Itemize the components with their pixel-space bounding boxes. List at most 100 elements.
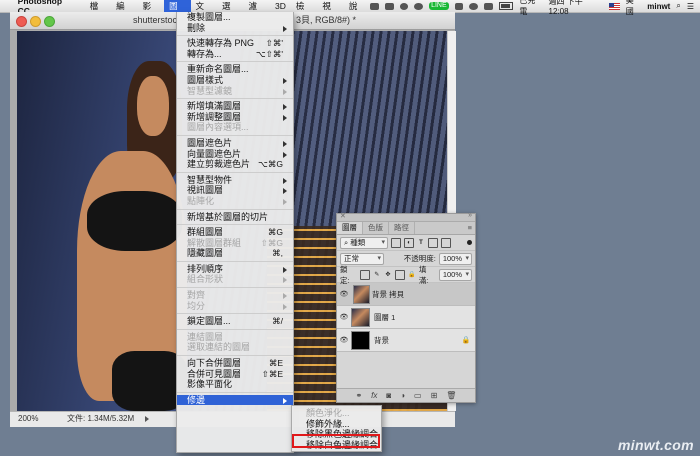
layer-menu-item[interactable]: 圖層樣式 bbox=[177, 75, 293, 86]
layer-menu-item[interactable]: 排列順序 bbox=[177, 264, 293, 275]
shape-filter-icon[interactable] bbox=[428, 237, 438, 248]
matting-menu-item[interactable]: 移除白色邊緣調合 bbox=[292, 440, 381, 451]
opacity-input[interactable]: 100% bbox=[438, 252, 472, 265]
menu-5[interactable]: 選取 bbox=[217, 0, 243, 23]
clock-text[interactable]: 週四 下午 12:08 bbox=[549, 0, 604, 16]
collapse-panel-icon[interactable]: » bbox=[468, 212, 472, 219]
menu-9[interactable]: 視窗 bbox=[317, 0, 343, 23]
layer-row[interactable]: 👁 背景 拷貝 bbox=[337, 283, 475, 306]
layer-menu-item[interactable]: 影像平面化 bbox=[177, 379, 293, 390]
layer-menu-item[interactable]: 群組圖層 ⌘G bbox=[177, 227, 293, 238]
panel-menu-icon[interactable]: ≡ bbox=[468, 222, 475, 234]
folder-icon[interactable]: ▭ bbox=[414, 391, 422, 400]
filter-toggle-icon[interactable] bbox=[467, 240, 472, 245]
type-filter-icon[interactable]: T bbox=[417, 239, 425, 247]
clock-icon[interactable] bbox=[469, 2, 479, 10]
layer-menu-item[interactable]: 修邊 bbox=[177, 394, 293, 406]
layer-name[interactable]: 圖層 1 bbox=[374, 312, 475, 323]
trash-icon[interactable]: 🗑 bbox=[446, 391, 456, 400]
layer-menu-item: 智慧型濾鏡 bbox=[177, 86, 293, 97]
tab-layers[interactable]: 圖層 bbox=[337, 222, 363, 234]
layer-row[interactable]: 👁 背景 🔒 bbox=[337, 329, 475, 352]
fill-input[interactable]: 100% bbox=[438, 268, 472, 281]
dropbox-icon[interactable] bbox=[370, 2, 379, 10]
us-flag-icon[interactable] bbox=[609, 2, 620, 10]
adjustment-filter-icon[interactable]: ◐ bbox=[404, 237, 414, 248]
menu-4[interactable]: 文字 bbox=[191, 0, 217, 23]
lock-all-icon[interactable]: 🔒 bbox=[408, 271, 416, 279]
menu-1[interactable]: 編輯 bbox=[111, 0, 137, 23]
menu-2[interactable]: 影像 bbox=[138, 0, 164, 23]
smart-object-filter-icon[interactable] bbox=[441, 237, 451, 248]
layer-menu-item[interactable]: 快速轉存為 PNG ⇧⌘' bbox=[177, 38, 293, 49]
lock-image-icon[interactable]: ✎ bbox=[373, 271, 381, 279]
mask-icon[interactable]: ◙ bbox=[386, 391, 391, 400]
layer-menu-item[interactable]: 向下合併圖層 ⌘E bbox=[177, 358, 293, 369]
menu-3[interactable]: 圖層 bbox=[164, 0, 191, 23]
tab-paths[interactable]: 路徑 bbox=[389, 222, 415, 234]
list-icon[interactable]: ☰ bbox=[687, 2, 694, 11]
bluetooth-icon[interactable] bbox=[454, 2, 464, 10]
eye-icon[interactable]: 👁 bbox=[337, 336, 351, 344]
layer-menu-item[interactable]: 圖層遮色片 bbox=[177, 138, 293, 149]
layer-menu-item[interactable]: 新增填滿圖層 bbox=[177, 101, 293, 112]
wifi-icon[interactable] bbox=[484, 2, 493, 10]
blend-mode-select[interactable]: 正常 bbox=[340, 252, 384, 265]
layer-menu-item[interactable]: 重新命名圖層... bbox=[177, 64, 293, 75]
layer-menu-item[interactable]: 鎖定圖層... ⌘/ bbox=[177, 316, 293, 327]
minimize-window-icon[interactable] bbox=[30, 16, 41, 27]
layer-menu-item[interactable]: 智慧型物件 bbox=[177, 175, 293, 186]
eye-icon[interactable]: 👁 bbox=[337, 313, 351, 321]
spotlight-status-icon[interactable] bbox=[414, 2, 424, 10]
search-icon[interactable]: ⌕ bbox=[676, 1, 680, 11]
layer-thumbnail[interactable] bbox=[353, 284, 370, 304]
battery-status[interactable]: 已充電 bbox=[519, 0, 542, 17]
close-panel-icon[interactable]: ✕ bbox=[340, 212, 346, 220]
pixel-filter-icon[interactable] bbox=[391, 237, 401, 248]
lock-position-icon[interactable]: ✥ bbox=[384, 271, 392, 279]
sync-icon[interactable] bbox=[399, 2, 409, 10]
fx-icon[interactable]: fx bbox=[371, 391, 377, 400]
layer-name[interactable]: 背景 拷貝 bbox=[372, 289, 475, 300]
link-icon[interactable]: ⚭ bbox=[355, 391, 362, 400]
new-layer-icon[interactable]: ⊞ bbox=[431, 391, 438, 400]
line-icon[interactable]: LINE bbox=[429, 2, 449, 10]
lock-artboard-icon[interactable] bbox=[394, 269, 405, 280]
layer-menu-item[interactable]: 刪除 bbox=[177, 23, 293, 34]
layer-thumbnail[interactable] bbox=[351, 307, 370, 327]
layer-row[interactable]: 👁 圖層 1 bbox=[337, 306, 475, 329]
zoom-window-icon[interactable] bbox=[44, 16, 55, 27]
lock-transparent-icon[interactable] bbox=[360, 269, 370, 280]
filter-kind-select[interactable]: ⌕ 種類 bbox=[340, 236, 388, 249]
layer-menu-item[interactable]: 新增基於圖層的切片 bbox=[177, 212, 293, 223]
menu-7[interactable]: 3D bbox=[270, 0, 291, 12]
input-method[interactable]: 美國 bbox=[626, 0, 641, 17]
layer-thumbnail[interactable] bbox=[351, 330, 370, 350]
layer-name[interactable]: 背景 bbox=[374, 335, 461, 346]
user-name[interactable]: minwt bbox=[647, 2, 670, 11]
submenu-arrow-icon bbox=[283, 277, 287, 284]
layer-menu-item[interactable]: 轉存為... ⌥⇧⌘' bbox=[177, 49, 293, 60]
panel-header[interactable]: ✕ » bbox=[337, 212, 475, 222]
battery-icon[interactable] bbox=[498, 2, 514, 10]
layer-menu-item[interactable]: 隱藏圖層 ⌘, bbox=[177, 248, 293, 259]
layer-menu-item[interactable]: 合併可見圖層 ⇧⌘E bbox=[177, 369, 293, 380]
status-arrow-icon[interactable] bbox=[145, 416, 149, 422]
menu-0[interactable]: 檔案 bbox=[85, 0, 111, 23]
menu-6[interactable]: 濾鏡 bbox=[244, 0, 270, 23]
zoom-level[interactable]: 200% bbox=[18, 412, 38, 426]
close-window-icon[interactable] bbox=[16, 16, 27, 27]
layer-menu-item[interactable]: 複製圖層... bbox=[177, 12, 293, 23]
menu-8[interactable]: 檢視 bbox=[291, 0, 317, 23]
matting-menu-item[interactable]: 移除黑色邊緣調合 bbox=[292, 429, 381, 440]
layer-menu-item[interactable]: 視訊圖層 bbox=[177, 185, 293, 196]
tab-channels[interactable]: 色版 bbox=[363, 222, 389, 234]
layer-menu-item[interactable]: 向量圖遮色片 bbox=[177, 149, 293, 160]
evernote-icon[interactable] bbox=[384, 2, 394, 10]
layer-menu-item[interactable]: 建立剪裁遮色片 ⌥⌘G bbox=[177, 159, 293, 170]
matting-menu-item[interactable]: 修飾外緣... bbox=[292, 419, 381, 430]
adjustment-icon[interactable]: ◑ bbox=[400, 391, 405, 400]
menu-10[interactable]: 說明 bbox=[344, 0, 370, 23]
layer-menu-item[interactable]: 新增調整圖層 bbox=[177, 112, 293, 123]
eye-icon[interactable]: 👁 bbox=[337, 290, 351, 298]
